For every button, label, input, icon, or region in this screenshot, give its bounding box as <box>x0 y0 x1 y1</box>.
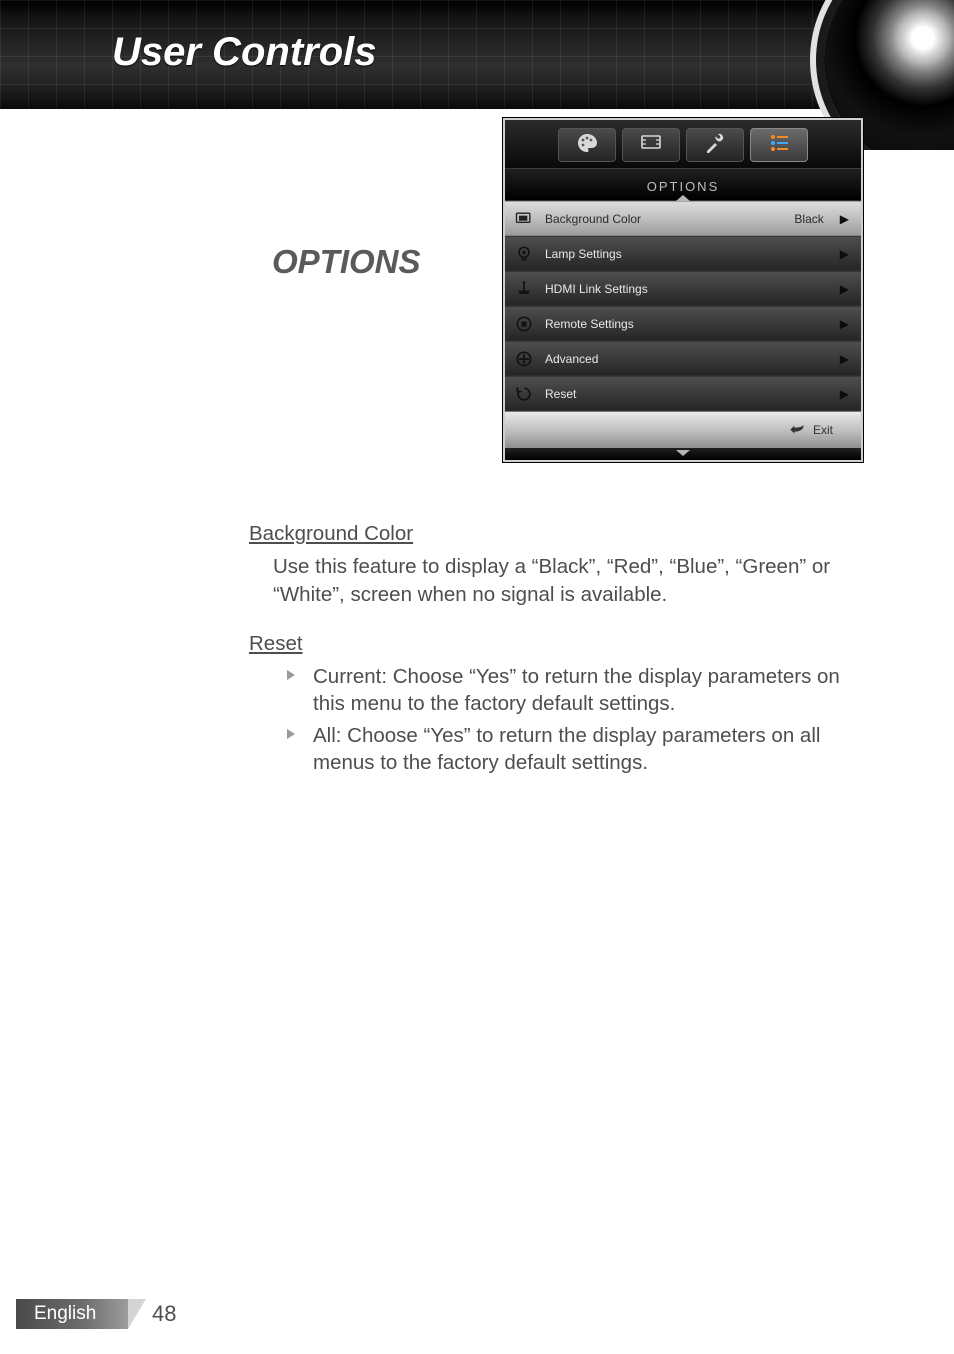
osd-category-text: OPTIONS <box>647 179 720 194</box>
reset-list-item: All: Choose “Yes” to return the display … <box>287 722 869 777</box>
osd-item-label: Background Color <box>545 212 784 226</box>
back-arrow-icon <box>789 423 805 438</box>
background-color-heading: Background Color <box>249 520 869 547</box>
body-content: Background Color Use this feature to dis… <box>249 520 869 780</box>
section-title: OPTIONS <box>272 243 421 281</box>
chevron-right-icon: ▶ <box>840 282 849 296</box>
chevron-right-icon: ▶ <box>840 387 849 401</box>
language-badge-tail <box>128 1299 146 1329</box>
lamp-icon <box>513 243 535 265</box>
page-header: User Controls <box>0 0 954 109</box>
osd-list: Background Color Black ▶ Lamp Settings ▶… <box>505 201 861 411</box>
osd-item-background-color[interactable]: Background Color Black ▶ <box>505 201 861 236</box>
advanced-icon <box>513 348 535 370</box>
reset-heading: Reset <box>249 630 869 657</box>
sliders-icon <box>765 131 793 160</box>
chevron-right-icon: ▶ <box>840 212 849 226</box>
page-number: 48 <box>152 1301 176 1327</box>
tools-icon <box>701 131 729 160</box>
hdmi-icon <box>513 278 535 300</box>
setup-tab[interactable] <box>686 128 744 162</box>
osd-item-label: Advanced <box>545 352 830 366</box>
osd-bottom-cap <box>505 448 861 460</box>
options-tab[interactable] <box>750 128 808 162</box>
picture-tab[interactable] <box>558 128 616 162</box>
chevron-right-icon: ▶ <box>840 317 849 331</box>
scroll-down-caret-icon <box>676 450 690 456</box>
osd-item-lamp-settings[interactable]: Lamp Settings ▶ <box>505 236 861 271</box>
osd-menu: OPTIONS Background Color Black ▶ Lamp Se… <box>503 118 863 462</box>
header-title: User Controls <box>112 30 377 75</box>
display-tab[interactable] <box>622 128 680 162</box>
display-icon <box>513 208 535 230</box>
reset-list-item: Current: Choose “Yes” to return the disp… <box>287 663 869 718</box>
screen-icon <box>637 131 665 160</box>
language-label: English <box>34 1303 96 1325</box>
osd-item-reset[interactable]: Reset ▶ <box>505 376 861 411</box>
palette-icon <box>573 131 601 160</box>
osd-item-hdmi-link[interactable]: HDMI Link Settings ▶ <box>505 271 861 306</box>
chevron-right-icon: ▶ <box>840 247 849 261</box>
osd-item-value: Black <box>794 212 823 226</box>
osd-item-label: Remote Settings <box>545 317 830 331</box>
osd-tab-bar <box>505 120 861 169</box>
chevron-right-icon: ▶ <box>840 352 849 366</box>
page-footer: English 48 <box>0 1295 954 1329</box>
exit-label[interactable]: Exit <box>813 423 833 437</box>
osd-category-label: OPTIONS <box>505 169 861 201</box>
scroll-up-caret-icon <box>676 195 690 201</box>
osd-item-label: HDMI Link Settings <box>545 282 830 296</box>
osd-item-advanced[interactable]: Advanced ▶ <box>505 341 861 376</box>
background-color-paragraph: Use this feature to display a “Black”, “… <box>273 553 869 608</box>
osd-item-label: Lamp Settings <box>545 247 830 261</box>
osd-item-remote[interactable]: Remote Settings ▶ <box>505 306 861 341</box>
remote-icon <box>513 313 535 335</box>
osd-item-label: Reset <box>545 387 830 401</box>
reset-icon <box>513 383 535 405</box>
osd-footer: Exit <box>505 411 861 448</box>
reset-list: Current: Choose “Yes” to return the disp… <box>287 663 869 776</box>
language-badge: English <box>16 1299 128 1329</box>
